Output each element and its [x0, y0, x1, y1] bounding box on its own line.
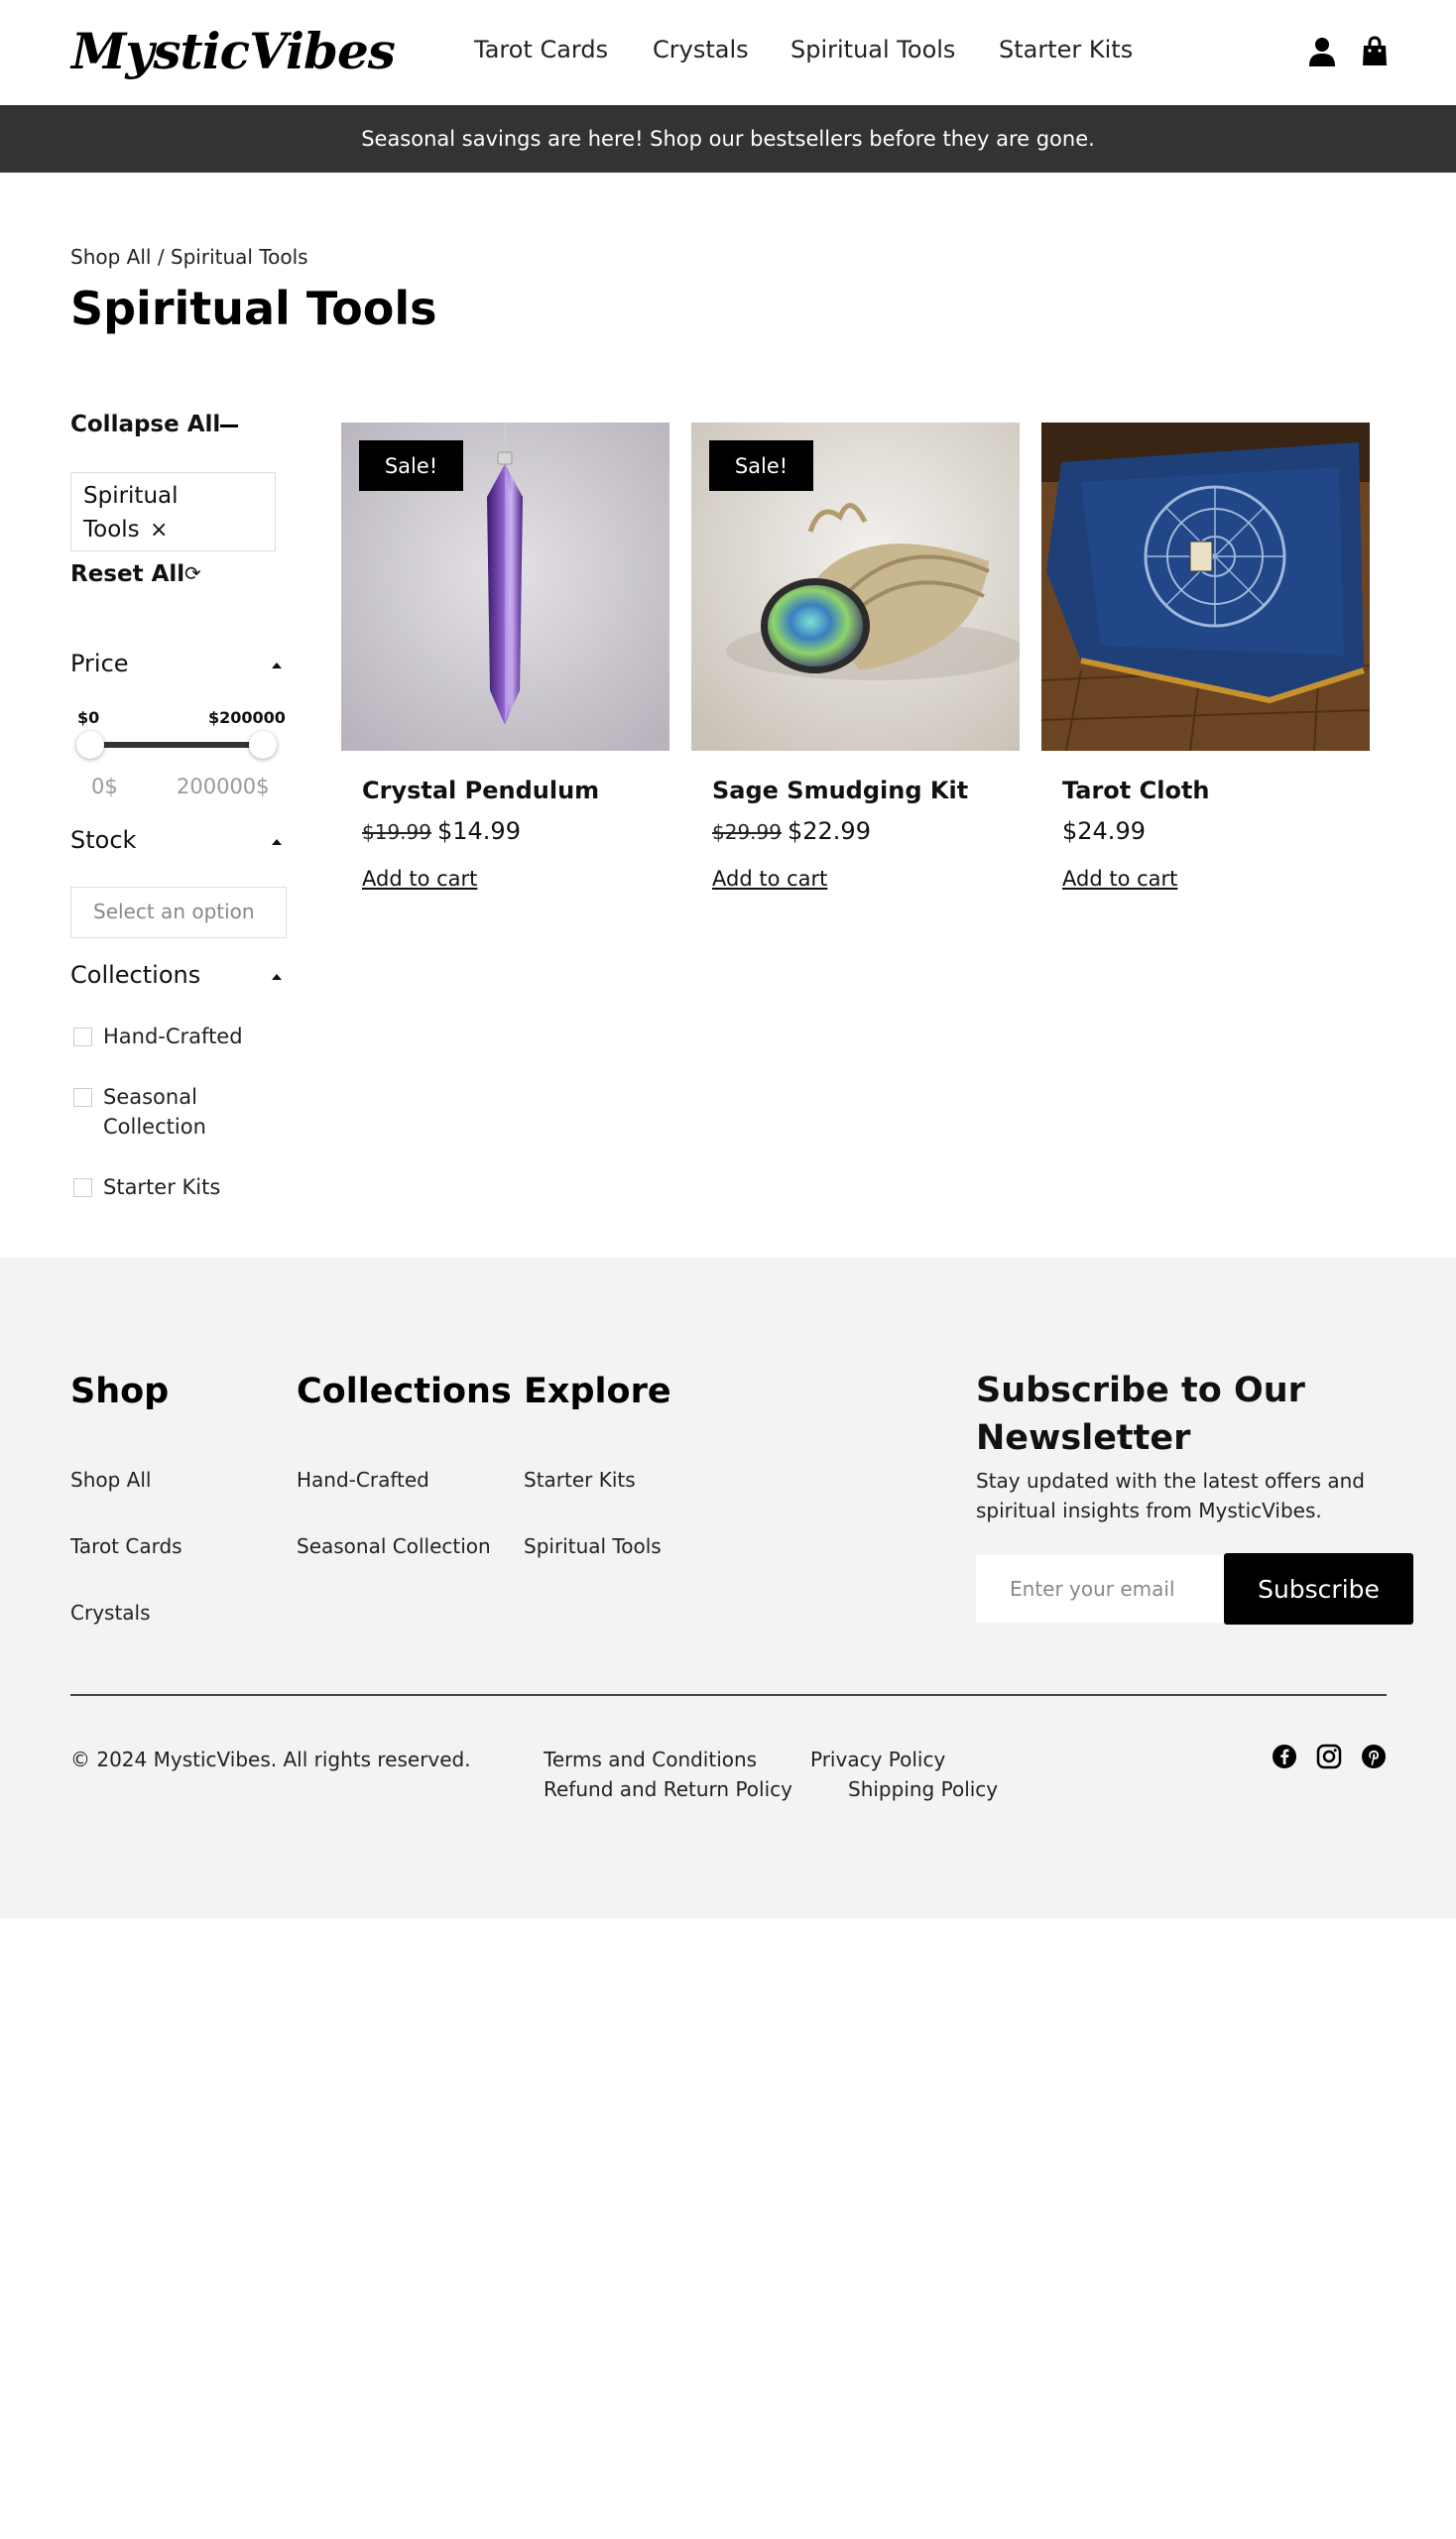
page-title: Spiritual Tools: [70, 282, 437, 335]
chevron-up-icon[interactable]: [272, 974, 282, 980]
newsletter-description: Stay updated with the latest offers and …: [976, 1469, 1366, 1522]
product-price: $24.99: [1062, 817, 1146, 845]
collapse-all-button[interactable]: Collapse All: [70, 412, 220, 437]
checkbox-starter-kits[interactable]: [73, 1178, 92, 1197]
stock-select[interactable]: Select an option: [70, 887, 287, 938]
nav-item-spiritual-tools[interactable]: Spiritual Tools: [790, 36, 955, 63]
nav-item-starter-kits[interactable]: Starter Kits: [999, 36, 1133, 63]
product-name[interactable]: Sage Smudging Kit: [712, 777, 968, 804]
footer-link-starter-kits[interactable]: Starter Kits: [524, 1468, 636, 1492]
footer-explore-title: Explore: [524, 1372, 671, 1411]
chevron-up-icon[interactable]: [272, 663, 282, 668]
facebook-icon[interactable]: [1272, 1744, 1297, 1769]
footer-link-privacy[interactable]: Privacy Policy: [810, 1748, 945, 1771]
stock-filter-title[interactable]: Stock: [70, 826, 136, 854]
email-field[interactable]: [976, 1555, 1226, 1623]
reset-all-button[interactable]: Reset All: [70, 561, 184, 587]
price-min-label: $0: [77, 708, 100, 727]
product-price: $19.99 $14.99: [362, 817, 521, 845]
footer-link-shipping[interactable]: Shipping Policy: [848, 1777, 998, 1801]
price-slider-max-handle[interactable]: [249, 731, 277, 759]
footer-link-spiritual-tools[interactable]: Spiritual Tools: [524, 1534, 662, 1558]
footer-link-crystals[interactable]: Crystals: [70, 1601, 151, 1625]
instagram-icon[interactable]: [1316, 1744, 1342, 1769]
footer-collections-title: Collections: [297, 1372, 512, 1411]
sale-badge: Sale!: [359, 440, 463, 491]
sale-price: $14.99: [436, 817, 521, 845]
footer-link-tarot-cards[interactable]: Tarot Cards: [70, 1534, 182, 1558]
close-icon[interactable]: ×: [150, 520, 168, 542]
price-filter-title[interactable]: Price: [70, 650, 129, 677]
checkbox-hand-crafted[interactable]: [73, 1028, 92, 1046]
user-icon[interactable]: [1307, 36, 1337, 67]
product-image[interactable]: Sale!: [341, 423, 669, 751]
minus-icon[interactable]: [220, 424, 238, 427]
price-max-input[interactable]: 200000$: [177, 775, 270, 798]
site-footer: Shop Shop All Tarot Cards Crystals Colle…: [0, 1258, 1456, 1918]
add-to-cart-button[interactable]: Add to cart: [362, 867, 477, 891]
main-nav: Tarot Cards Crystals Spiritual Tools Sta…: [0, 36, 1456, 69]
checkbox-label[interactable]: Hand-Crafted: [103, 1022, 243, 1051]
pinterest-icon[interactable]: [1361, 1744, 1387, 1769]
price-min-input[interactable]: 0$: [91, 775, 118, 798]
price-slider-track[interactable]: [89, 742, 263, 748]
copyright-text: © 2024 MysticVibes. All rights reserved.: [70, 1748, 471, 1771]
nav-item-crystals[interactable]: Crystals: [653, 36, 749, 63]
product-name[interactable]: Tarot Cloth: [1062, 777, 1210, 804]
sale-price: $22.99: [787, 817, 871, 845]
add-to-cart-button[interactable]: Add to cart: [1062, 867, 1177, 891]
sale-badge: Sale!: [709, 440, 813, 491]
footer-link-hand-crafted[interactable]: Hand-Crafted: [297, 1468, 429, 1492]
footer-link-refund[interactable]: Refund and Return Policy: [544, 1777, 792, 1801]
collections-filter-title[interactable]: Collections: [70, 961, 200, 989]
newsletter-title: Subscribe to Our Newsletter: [976, 1371, 1305, 1458]
announcement-bar: Seasonal savings are here! Shop our best…: [0, 105, 1456, 173]
sale-price: $24.99: [1062, 817, 1146, 845]
price-max-label: $200000: [208, 708, 286, 727]
refresh-icon[interactable]: ⟳: [184, 561, 201, 585]
footer-link-seasonal-collection[interactable]: Seasonal Collection: [297, 1534, 491, 1558]
footer-divider: [70, 1694, 1387, 1696]
add-to-cart-button[interactable]: Add to cart: [712, 867, 827, 891]
subscribe-button[interactable]: Subscribe: [1224, 1553, 1413, 1625]
checkbox-seasonal-collection[interactable]: [73, 1088, 92, 1107]
checkbox-label[interactable]: Starter Kits: [103, 1172, 220, 1202]
nav-item-tarot-cards[interactable]: Tarot Cards: [474, 36, 608, 63]
product-image[interactable]: [1041, 423, 1370, 751]
chevron-up-icon[interactable]: [272, 839, 282, 845]
product-name[interactable]: Crystal Pendulum: [362, 777, 599, 804]
active-filter-chip[interactable]: Spiritual Tools ×: [70, 472, 276, 551]
original-price: $19.99: [362, 820, 431, 844]
product-price: $29.99 $22.99: [712, 817, 871, 845]
product-image[interactable]: Sale!: [691, 423, 1020, 751]
checkbox-label[interactable]: Seasonal Collection: [103, 1082, 232, 1142]
footer-shop-title: Shop: [70, 1372, 170, 1411]
original-price: $29.99: [712, 820, 782, 844]
footer-link-shop-all[interactable]: Shop All: [70, 1468, 151, 1492]
footer-link-terms[interactable]: Terms and Conditions: [544, 1748, 757, 1771]
price-slider-min-handle[interactable]: [76, 731, 104, 759]
announcement-text: Seasonal savings are here! Shop our best…: [361, 127, 1095, 151]
shopping-bag-icon[interactable]: [1360, 36, 1390, 67]
breadcrumb[interactable]: Shop All / Spiritual Tools: [70, 245, 308, 269]
site-header: MysticVibes Tarot Cards Crystals Spiritu…: [0, 0, 1456, 105]
